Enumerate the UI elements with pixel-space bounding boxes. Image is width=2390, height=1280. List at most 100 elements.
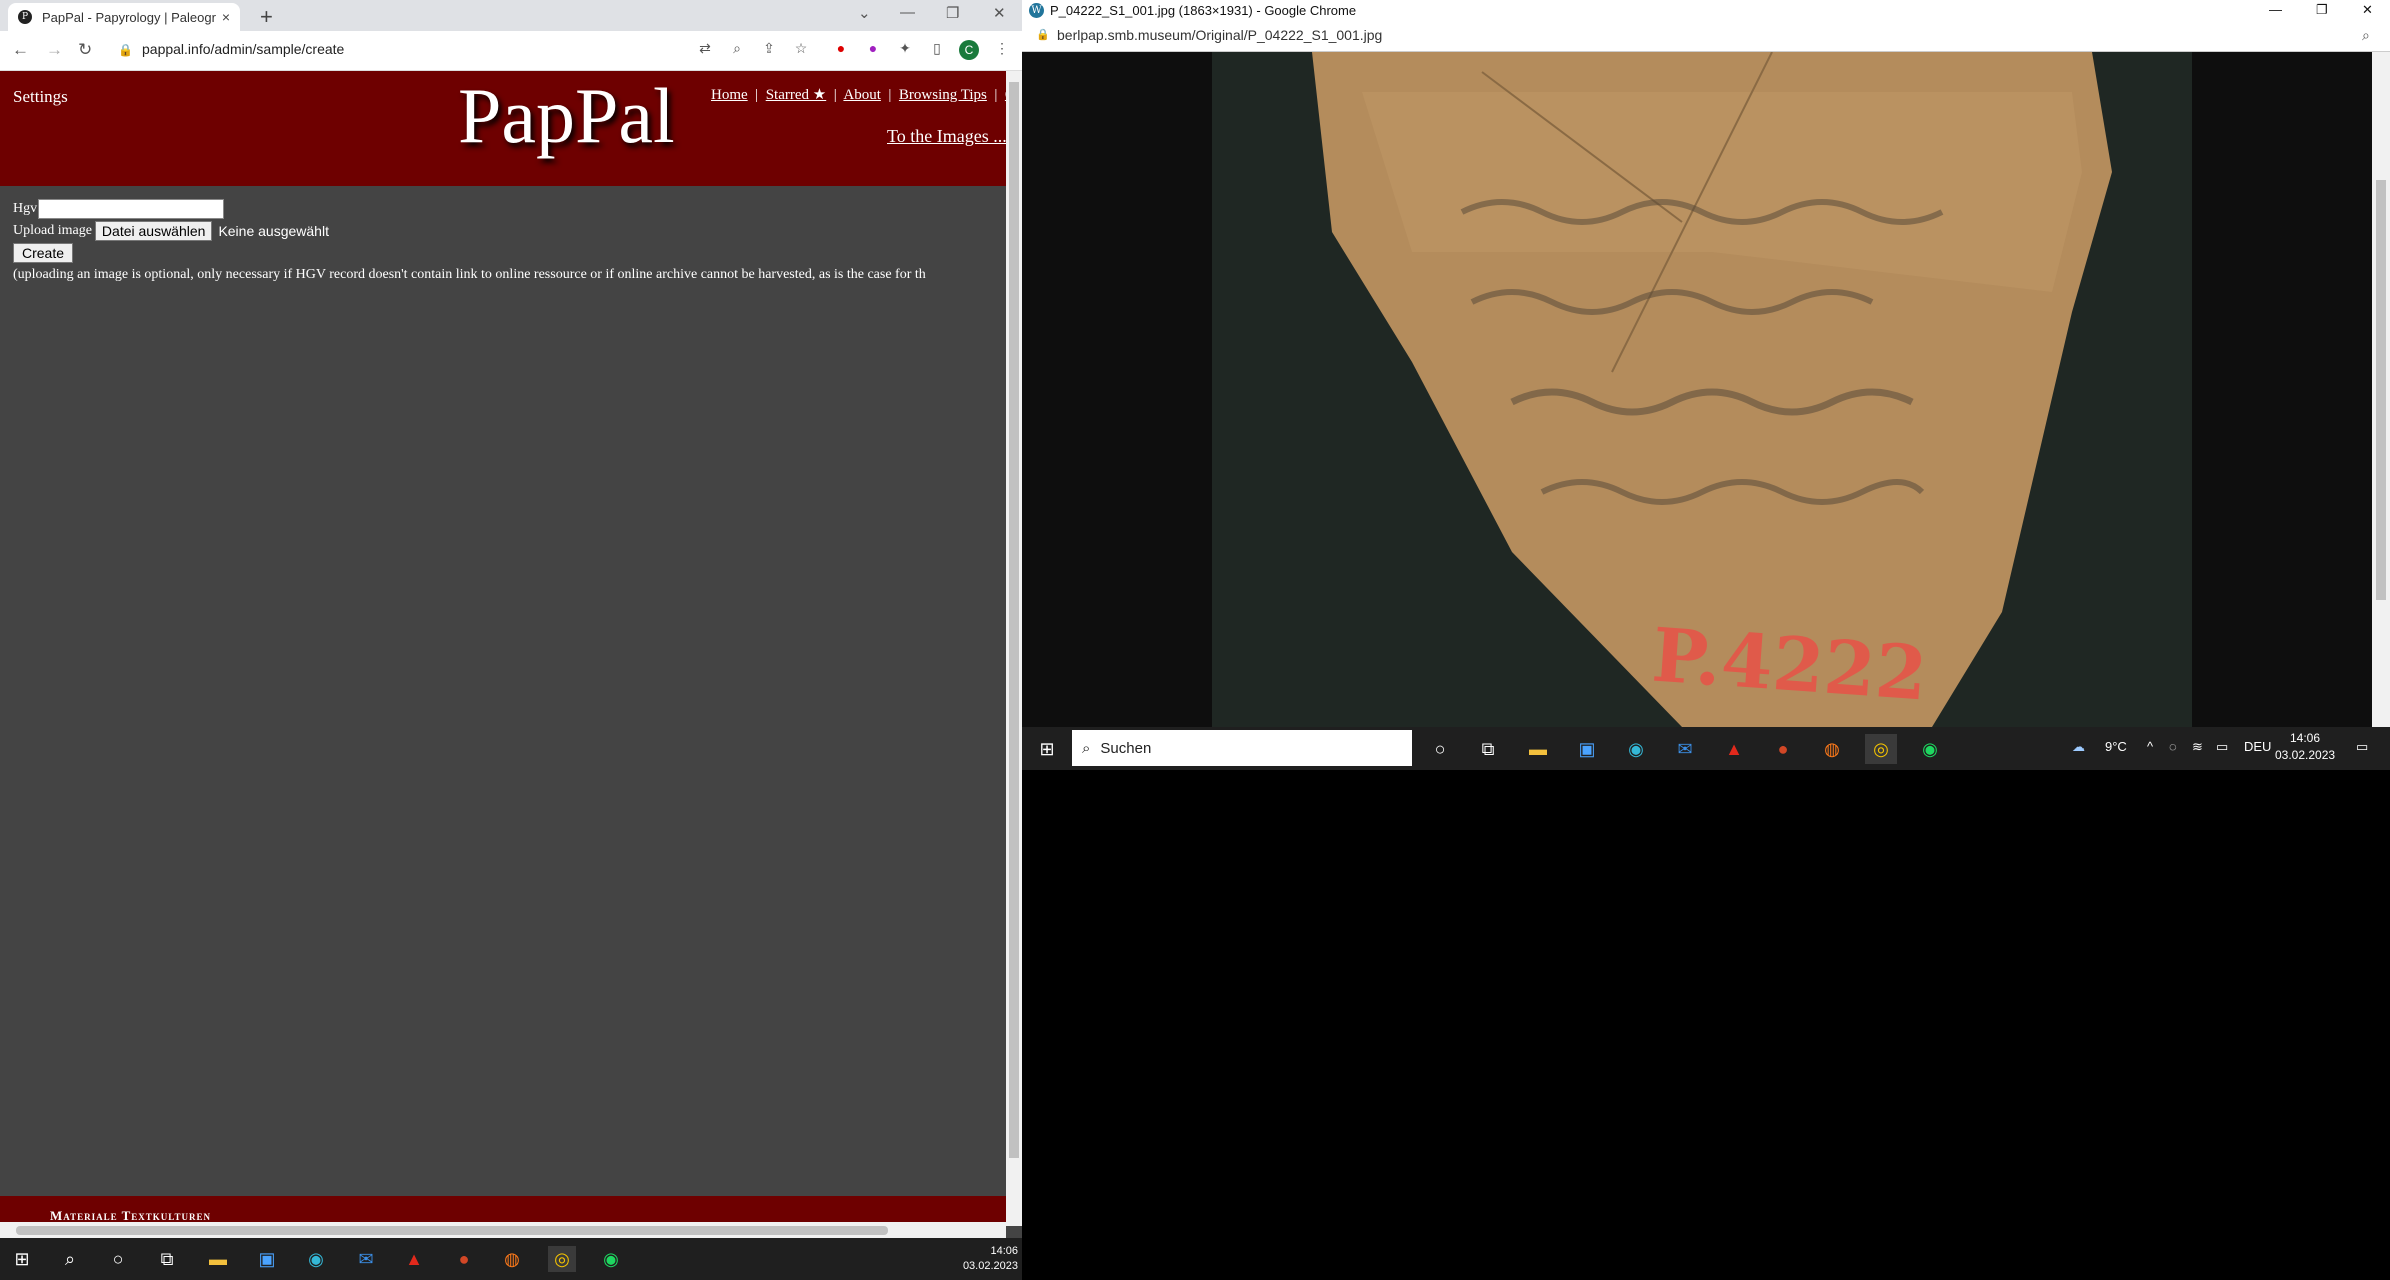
cortana-icon[interactable]: ○ [1424,734,1456,764]
taskbar-clock[interactable]: 14:06 03.02.2023 [2275,730,2335,764]
zoom-icon[interactable]: ⌕ [728,40,746,58]
address-bar[interactable]: pappal.info/admin/sample/create [142,41,344,57]
firefox-icon[interactable]: ◍ [498,1246,526,1272]
nav-separator: | [990,87,1002,103]
site-header: Settings PapPal Home | Starred ★ | About… [0,71,1015,186]
nav-separator: | [751,87,762,103]
close-tab-icon[interactable]: × [222,9,230,25]
chrome-icon[interactable]: ◎ [1865,734,1897,764]
hgv-input[interactable] [38,199,225,219]
window-title: P_04222_S1_001.jpg (1863×1931) - Google … [1050,3,1357,18]
task-view-icon[interactable]: ⧉ [1472,734,1504,764]
nav-starred[interactable]: Starred ★ [766,87,827,103]
site-nav: Home | Starred ★ | About | Browsing Tips… [711,85,1015,104]
upload-image-label: Upload image [13,223,92,238]
extension-red-icon[interactable]: ● [832,40,850,58]
profile-avatar[interactable]: C [959,40,979,60]
tray-chevron-icon[interactable]: ^ [2147,739,2153,754]
task-view-icon[interactable]: ⧉ [153,1246,181,1272]
papyrus-image: P.4222 [1212,51,2192,727]
nav-browsing-tips[interactable]: Browsing Tips [899,87,987,103]
network-icon[interactable]: ◌ [2169,739,2177,754]
acrobat-icon[interactable]: ▲ [1718,734,1750,764]
restore-icon[interactable]: ❐ [946,4,959,22]
right-browser-window: W P_04222_S1_001.jpg (1863×1931) - Googl… [1022,0,2390,770]
url-bar: 🔒 berlpap.smb.museum/Original/P_04222_S1… [1022,22,2390,52]
search-placeholder: Suchen [1100,739,1152,757]
search-icon: ⌕ [1082,739,1091,757]
mail-icon[interactable]: ✉ [1669,734,1701,764]
upload-note: (uploading an image is optional, only ne… [13,267,926,282]
horizontal-scroll-thumb[interactable] [16,1226,888,1235]
create-sample-form: Hgv Upload image Datei auswählen Keine a… [13,198,1006,286]
powerpoint-icon[interactable]: ● [1767,734,1799,764]
weather-temp[interactable]: 9°C [2105,739,2127,754]
close-window-icon[interactable]: ✕ [993,4,1006,22]
clock-time: 14:06 [990,1245,1018,1257]
side-panel-icon[interactable]: ▯ [928,40,946,58]
vertical-scroll-thumb[interactable] [1009,82,1019,1158]
battery-icon[interactable]: ▭ [2216,739,2228,755]
start-windows-icon[interactable]: ⊞ [1031,734,1063,764]
reload-icon[interactable]: ↻ [78,40,92,60]
to-images-link[interactable]: To the Images ... [887,126,1007,147]
spotify-icon[interactable]: ◉ [1914,734,1946,764]
address-bar[interactable]: berlpap.smb.museum/Original/P_04222_S1_0… [1057,27,1382,43]
chrome-icon[interactable]: ◎ [548,1246,576,1272]
weather-cloud-icon[interactable]: ☁ [2072,739,2085,755]
vertical-scroll-thumb[interactable] [2376,180,2386,600]
cortana-icon[interactable]: ○ [104,1246,132,1272]
bookmark-star-icon[interactable]: ☆ [792,40,810,58]
forward-icon[interactable]: → [46,40,63,60]
window-title-bar: W P_04222_S1_001.jpg (1863×1931) - Googl… [1022,0,2390,22]
edge-icon[interactable]: ◉ [1620,734,1652,764]
store-icon[interactable]: ▣ [253,1246,281,1272]
close-window-icon[interactable]: ✕ [2362,2,2373,18]
zoom-icon[interactable]: ⌕ [2362,27,2370,44]
nav-about[interactable]: About [843,87,881,103]
tab-title: PapPal - Papyrology | Paleograph [42,9,216,25]
create-button[interactable]: Create [13,243,74,263]
translate-icon[interactable]: ⇄ [696,40,714,58]
taskbar-clock[interactable]: 14:06 03.02.2023 [960,1244,1018,1274]
search-icon[interactable]: ⌕ [56,1246,84,1272]
minimize-icon[interactable]: — [2269,2,2282,17]
pappal-logo[interactable]: PapPal [458,71,675,161]
taskbar-search[interactable]: ⌕ Suchen [1072,730,1412,766]
choose-file-button[interactable]: Datei auswählen [94,221,213,241]
wifi-icon[interactable]: ≋ [2192,739,2203,755]
powerpoint-icon[interactable]: ● [450,1246,478,1272]
nav-separator: | [884,87,896,103]
lock-icon: 🔒 [118,43,133,57]
edge-icon[interactable]: ◉ [302,1246,330,1272]
clock-date: 03.02.2023 [962,1260,1018,1272]
tab-pappal[interactable]: P PapPal - Papyrology | Paleograph × [8,3,240,31]
spotify-icon[interactable]: ◉ [597,1246,625,1272]
file-explorer-icon[interactable]: ▬ [204,1246,232,1272]
firefox-icon[interactable]: ◍ [1816,734,1848,764]
start-windows-icon[interactable]: ⊞ [8,1246,36,1272]
language-indicator[interactable]: DEU [2244,739,2271,754]
extension-purple-icon[interactable]: ● [864,40,882,58]
nav-separator: | [829,87,841,103]
restore-icon[interactable]: ❐ [2316,2,2328,18]
clock-time: 14:06 [2289,731,2321,745]
share-icon[interactable]: ⇪ [760,40,778,58]
clock-date: 03.02.2023 [2275,748,2336,762]
mail-icon[interactable]: ✉ [352,1246,380,1272]
menu-kebab-icon[interactable]: ⋮ [993,40,1011,58]
pappal-favicon: P [18,10,32,24]
back-icon[interactable]: ← [12,40,29,60]
new-tab-button[interactable]: + [260,4,273,30]
nav-home[interactable]: Home [711,87,748,103]
extensions-puzzle-icon[interactable]: ✦ [896,40,914,58]
file-explorer-icon[interactable]: ▬ [1522,734,1554,764]
minimize-icon[interactable]: — [900,4,915,21]
store-icon[interactable]: ▣ [1571,734,1603,764]
tab-search-icon[interactable]: ⌄ [858,4,871,22]
acrobat-icon[interactable]: ▲ [400,1246,428,1272]
notifications-icon[interactable]: ▭ [2356,739,2368,755]
file-status: Keine ausgewählt [218,223,329,239]
wordpress-icon: W [1029,3,1044,18]
settings-link[interactable]: Settings [13,87,68,107]
